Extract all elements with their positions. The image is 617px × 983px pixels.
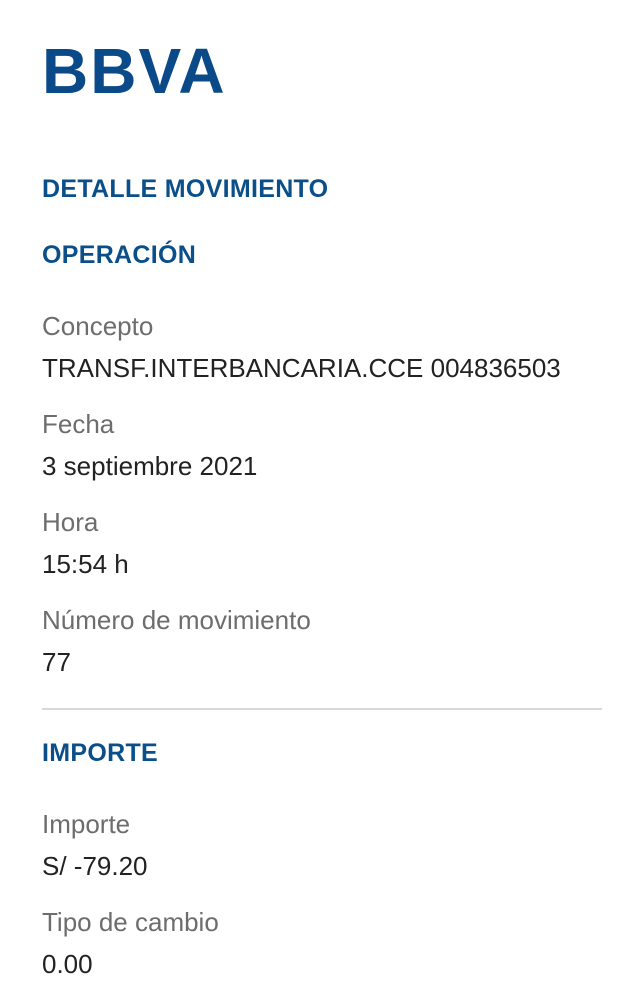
amount-section-title: IMPORTE	[42, 739, 158, 767]
operation-section-title: OPERACIÓN	[42, 241, 197, 269]
section-divider	[42, 708, 602, 710]
amount-value: S/ -79.20	[42, 851, 148, 881]
amount-label: Importe	[42, 809, 131, 839]
time-label: Hora	[42, 507, 99, 537]
movement-number-value: 77	[42, 647, 71, 677]
page-title: DETALLE MOVIMIENTO	[42, 175, 329, 203]
date-label: Fecha	[42, 409, 115, 439]
concept-label: Concepto	[42, 311, 154, 341]
time-value: 15:54 h	[42, 549, 129, 579]
bbva-logo: BBVA	[42, 42, 227, 100]
date-value: 3 septiembre 2021	[42, 451, 258, 481]
movement-number-label: Número de movimiento	[42, 605, 311, 635]
exchange-rate-label: Tipo de cambio	[42, 907, 219, 937]
concept-value: TRANSF.INTERBANCARIA.CCE 004836503	[42, 353, 561, 383]
exchange-rate-value: 0.00	[42, 949, 93, 979]
movement-detail-page: BBVA DETALLE MOVIMIENTO OPERACIÓN Concep…	[0, 0, 617, 983]
